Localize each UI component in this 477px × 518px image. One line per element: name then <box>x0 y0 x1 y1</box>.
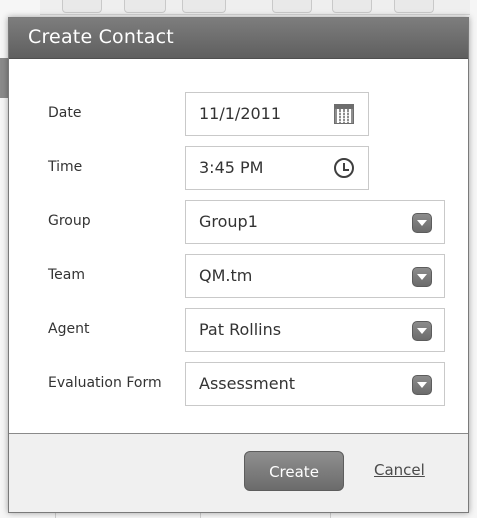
clock-icon[interactable] <box>334 158 354 178</box>
evaluation-form-select[interactable]: Assessment <box>185 362 445 406</box>
toolbar-button <box>272 0 312 13</box>
agent-label: Agent <box>48 321 90 337</box>
team-value: QM.tm <box>199 266 253 285</box>
team-row: Team QM.tm <box>9 254 468 300</box>
agent-select[interactable]: Pat Rollins <box>185 308 445 352</box>
date-field[interactable]: 11/1/2011 <box>185 92 369 136</box>
chevron-down-icon[interactable] <box>412 267 432 287</box>
group-row: Group Group1 <box>9 200 468 246</box>
time-row: Time 3:45 PM <box>9 146 468 192</box>
team-select[interactable]: QM.tm <box>185 254 445 298</box>
dialog-header: Create Contact <box>9 18 468 59</box>
chevron-down-icon[interactable] <box>412 375 432 395</box>
toolbar-button <box>124 0 166 13</box>
chevron-down-icon[interactable] <box>412 321 432 341</box>
agent-row: Agent Pat Rollins <box>9 308 468 354</box>
date-row: Date 11/1/2011 <box>9 92 468 138</box>
create-button[interactable]: Create <box>244 451 344 491</box>
chevron-down-icon[interactable] <box>412 213 432 233</box>
date-label: Date <box>48 105 82 121</box>
create-contact-dialog: Create Contact Date 11/1/2011 Time 3:45 … <box>8 17 469 513</box>
group-label: Group <box>48 213 91 229</box>
evaluation-form-value: Assessment <box>199 374 295 393</box>
calendar-icon[interactable] <box>334 104 354 124</box>
agent-value: Pat Rollins <box>199 320 282 339</box>
team-label: Team <box>48 267 86 283</box>
cancel-link[interactable]: Cancel <box>374 461 425 479</box>
date-value: 11/1/2011 <box>199 104 282 123</box>
dialog-footer: Create Cancel <box>9 433 468 512</box>
time-value: 3:45 PM <box>199 158 264 177</box>
background-toolbar <box>40 0 470 15</box>
toolbar-button <box>332 0 372 13</box>
group-select[interactable]: Group1 <box>185 200 445 244</box>
time-label: Time <box>48 159 83 175</box>
time-field[interactable]: 3:45 PM <box>185 146 369 190</box>
evaluation-form-label: Evaluation Form <box>48 375 162 391</box>
toolbar-button <box>62 0 102 13</box>
dialog-title: Create Contact <box>28 26 174 48</box>
toolbar-button <box>394 0 434 13</box>
evaluation-form-row: Evaluation Form Assessment <box>9 362 468 408</box>
toolbar-button <box>182 0 226 13</box>
group-value: Group1 <box>199 212 258 231</box>
